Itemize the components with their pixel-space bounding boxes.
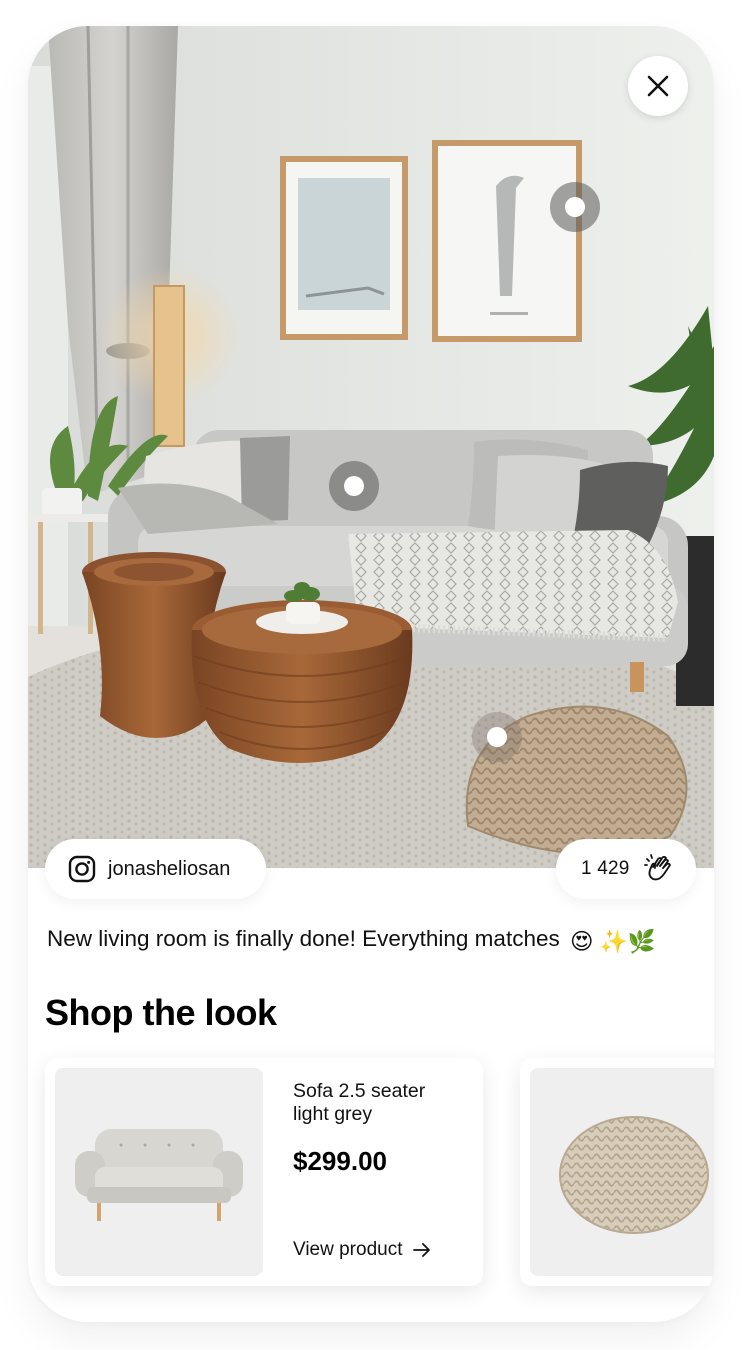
product-name: Sofa 2.5 seater light grey [293, 1080, 426, 1125]
instagram-icon [68, 855, 96, 883]
product-thumbnail [530, 1068, 714, 1276]
product-thumbnail [55, 1068, 263, 1276]
hotspot-sofa[interactable] [329, 461, 379, 511]
applause-count: 1 429 [581, 858, 630, 879]
product-card[interactable]: Sofa 2.5 seater light grey $299.00 View … [45, 1058, 483, 1286]
caption-emoji: 😍 ✨🌿 [570, 929, 656, 954]
product-detail-screen: jonasheliosan 1 429 New living room is f… [28, 26, 714, 1322]
hotspot-wall-art[interactable] [550, 182, 600, 232]
product-price: $299.00 [293, 1146, 387, 1176]
view-product-label: View product [293, 1239, 403, 1260]
living-room-image [28, 26, 714, 868]
user-handle-pill[interactable]: jonasheliosan [45, 839, 266, 899]
product-card[interactable] [520, 1058, 714, 1286]
view-product-link[interactable]: View product [293, 1239, 431, 1261]
arrow-right-icon [412, 1243, 430, 1257]
post-caption: New living room is finally done! Everyth… [47, 926, 656, 955]
pouf-image [559, 1116, 709, 1234]
room-photo [28, 26, 714, 868]
hotspot-pouf[interactable] [472, 712, 522, 762]
caption-text: New living room is finally done! Everyth… [47, 926, 560, 951]
clapping-hands-icon [643, 854, 671, 881]
close-icon [647, 75, 669, 97]
close-button[interactable] [628, 56, 688, 116]
applause-pill[interactable]: 1 429 [556, 839, 696, 899]
sofa-image [75, 1129, 243, 1221]
section-title: Shop the look [45, 992, 277, 1033]
user-handle: jonasheliosan [108, 857, 231, 880]
